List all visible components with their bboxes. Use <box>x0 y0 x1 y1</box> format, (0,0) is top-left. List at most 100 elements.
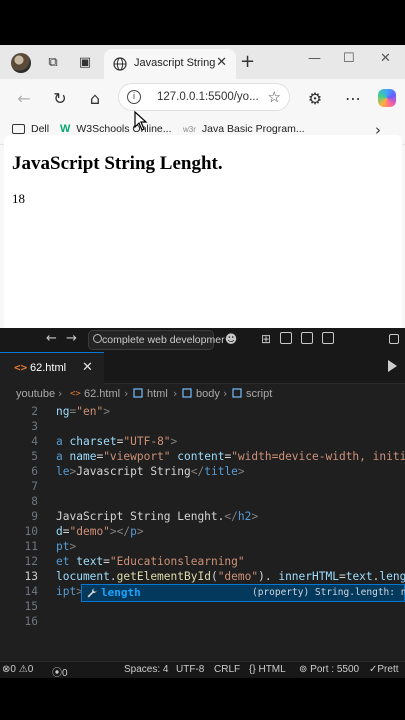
line-number: 14 <box>24 585 38 598</box>
reload-icon[interactable]: ↻ <box>50 88 70 108</box>
suggestion-label: length <box>101 586 141 599</box>
code-line: JavaScript String Lenght.</h2> <box>56 510 259 523</box>
eol-status[interactable]: CRLF <box>214 664 240 675</box>
toggle-sidebar-icon[interactable] <box>280 332 292 344</box>
line-number: 15 <box>24 600 38 613</box>
workspaces-icon[interactable]: ⧉ <box>44 53 62 71</box>
vertical-tabs-icon[interactable]: ▣ <box>76 53 94 71</box>
maximize-button[interactable] <box>389 334 399 344</box>
line-number: 6 <box>31 465 38 478</box>
folder-icon <box>12 124 25 134</box>
globe-icon <box>113 57 127 71</box>
tab-title: Javascript String <box>134 57 216 69</box>
code-line: a charset="UTF-8"> <box>56 435 178 448</box>
breadcrumb-script[interactable]: script <box>246 388 272 400</box>
code-line: le>Javascript String</title> <box>56 465 245 478</box>
demo-output: 18 <box>12 191 25 206</box>
problems-indicator[interactable]: ⊗0 ⚠0 <box>2 664 33 675</box>
back-arrow-icon[interactable]: ← <box>14 88 34 108</box>
toggle-secondary-sidebar-icon[interactable] <box>322 332 334 344</box>
url-text: 127.0.0.1:5500/yo... <box>157 91 259 103</box>
search-text: complete web developmer <box>102 334 225 346</box>
command-center-search[interactable]: complete web developmer <box>88 330 225 350</box>
site-info-icon[interactable]: i <box>127 90 141 104</box>
more-menu-icon[interactable]: ⋯ <box>343 88 363 108</box>
address-bar[interactable]: i 127.0.0.1:5500/yo... ☆ <box>118 83 290 111</box>
radio-tower-icon: ⊚ <box>299 664 308 675</box>
browser-nav-bar: ← ↻ ⌂ i 127.0.0.1:5500/yo... ☆ ⚙ ⋯ <box>0 79 405 117</box>
language-mode[interactable]: {} HTML <box>249 664 286 675</box>
line-number: 7 <box>31 480 38 493</box>
page-viewport: JavaScript String Lenght. 18 <box>4 135 402 328</box>
element-icon <box>232 388 242 398</box>
line-number: 2 <box>31 405 38 418</box>
line-number: 16 <box>24 615 38 628</box>
new-tab-button[interactable]: + <box>240 51 255 72</box>
html-file-icon: <> <box>14 361 28 374</box>
html-file-icon: <> <box>70 389 81 399</box>
line-number-active: 13 <box>24 570 38 583</box>
element-icon <box>133 388 143 398</box>
mouse-cursor-icon <box>134 111 148 131</box>
code-line: a name="viewport" content="width=device-… <box>56 450 405 463</box>
tab-javascript-string[interactable]: Javascript String ✕ <box>104 49 236 79</box>
vscode-title-bar: ← → complete web developmer ☻ ⊞ <box>0 328 405 352</box>
tab-label: 62.html <box>30 362 67 374</box>
close-tab-icon[interactable]: ✕ <box>216 55 227 70</box>
code-line: locument.getElementById("demo"). innerHT… <box>56 570 405 583</box>
chevron-right-icon: › <box>58 387 63 400</box>
code-line: d="demo"></p> <box>56 525 144 538</box>
line-number: 8 <box>31 495 38 508</box>
breadcrumb: youtube › <> 62.html › html › body › scr… <box>0 384 405 404</box>
suggestion-detail: (property) String.length: numb <box>252 587 405 598</box>
minimize-button[interactable]: — <box>308 51 321 66</box>
back-arrow-icon[interactable]: ← <box>46 331 57 346</box>
status-bar: ⊗0 ⚠0 ⦿0 Spaces: 4 UTF-8 CRLF {} HTML ⊚ … <box>0 661 405 679</box>
maximize-button[interactable]: ☐ <box>343 51 355 66</box>
breadcrumb-file[interactable]: 62.html <box>84 388 120 400</box>
breadcrumb-body[interactable]: body <box>196 388 220 400</box>
code-line: pt> <box>56 540 77 553</box>
vscode-window: ← → complete web developmer ☻ ⊞ <> 62.ht… <box>0 328 405 678</box>
breadcrumb-html[interactable]: html <box>147 388 168 400</box>
page-heading: JavaScript String Lenght. <box>12 153 223 174</box>
property-wrench-icon <box>87 588 97 598</box>
bookmark-java-basic[interactable]: w3r Java Basic Program... <box>183 123 305 135</box>
bookmark-w3schools[interactable]: W W3Schools Online... <box>60 123 172 135</box>
chevron-right-icon: › <box>173 387 178 400</box>
code-line: ng="en"> <box>56 405 110 418</box>
browser-window: ⧉ ▣ Javascript String ✕ + — ☐ ✕ ← ↻ ⌂ i … <box>0 45 405 328</box>
broadcast-icon: ⦿ <box>52 668 62 679</box>
line-number: 9 <box>31 510 38 523</box>
prettier-status[interactable]: ✓Prett <box>369 664 399 675</box>
search-icon <box>93 334 102 343</box>
chevron-right-icon: › <box>223 387 228 400</box>
w3schools-logo-icon: W <box>60 123 71 135</box>
close-icon[interactable]: ✕ <box>82 360 93 375</box>
bookmark-dell[interactable]: Dell <box>12 123 49 135</box>
braces-icon: {} <box>249 664 256 675</box>
customize-layout-icon[interactable]: ⊞ <box>259 332 273 346</box>
w3resource-logo-icon: w3r <box>183 124 196 134</box>
code-editor[interactable]: 2 3 4 5 6 7 8 9 10 11 12 13 14 15 16 ng=… <box>0 404 405 674</box>
ports-indicator[interactable]: ⦿0 <box>52 664 68 679</box>
toggle-panel-icon[interactable] <box>301 332 313 344</box>
breadcrumb-folder[interactable]: youtube <box>16 388 55 400</box>
live-server-port[interactable]: ⊚ Port : 5500 <box>299 664 359 675</box>
close-window-button[interactable]: ✕ <box>380 51 391 66</box>
copilot-icon[interactable] <box>378 89 396 107</box>
code-line: ipt> <box>56 585 83 598</box>
indentation-status[interactable]: Spaces: 4 <box>124 664 168 675</box>
tab-62-html[interactable]: <> 62.html ✕ <box>0 352 104 384</box>
favorite-star-icon[interactable]: ☆ <box>268 88 281 106</box>
run-icon[interactable] <box>388 360 397 372</box>
copilot-icon[interactable]: ☻ <box>224 332 238 346</box>
editor-tab-bar: <> 62.html ✕ <box>0 352 405 384</box>
forward-arrow-icon[interactable]: → <box>66 331 77 346</box>
autocomplete-suggestion[interactable]: length (property) String.length: numb <box>81 584 405 602</box>
warning-icon: ⚠ <box>18 664 28 675</box>
extensions-icon[interactable]: ⚙ <box>305 88 325 108</box>
encoding-status[interactable]: UTF-8 <box>176 664 204 675</box>
profile-avatar[interactable] <box>11 53 31 73</box>
home-icon[interactable]: ⌂ <box>85 88 105 108</box>
